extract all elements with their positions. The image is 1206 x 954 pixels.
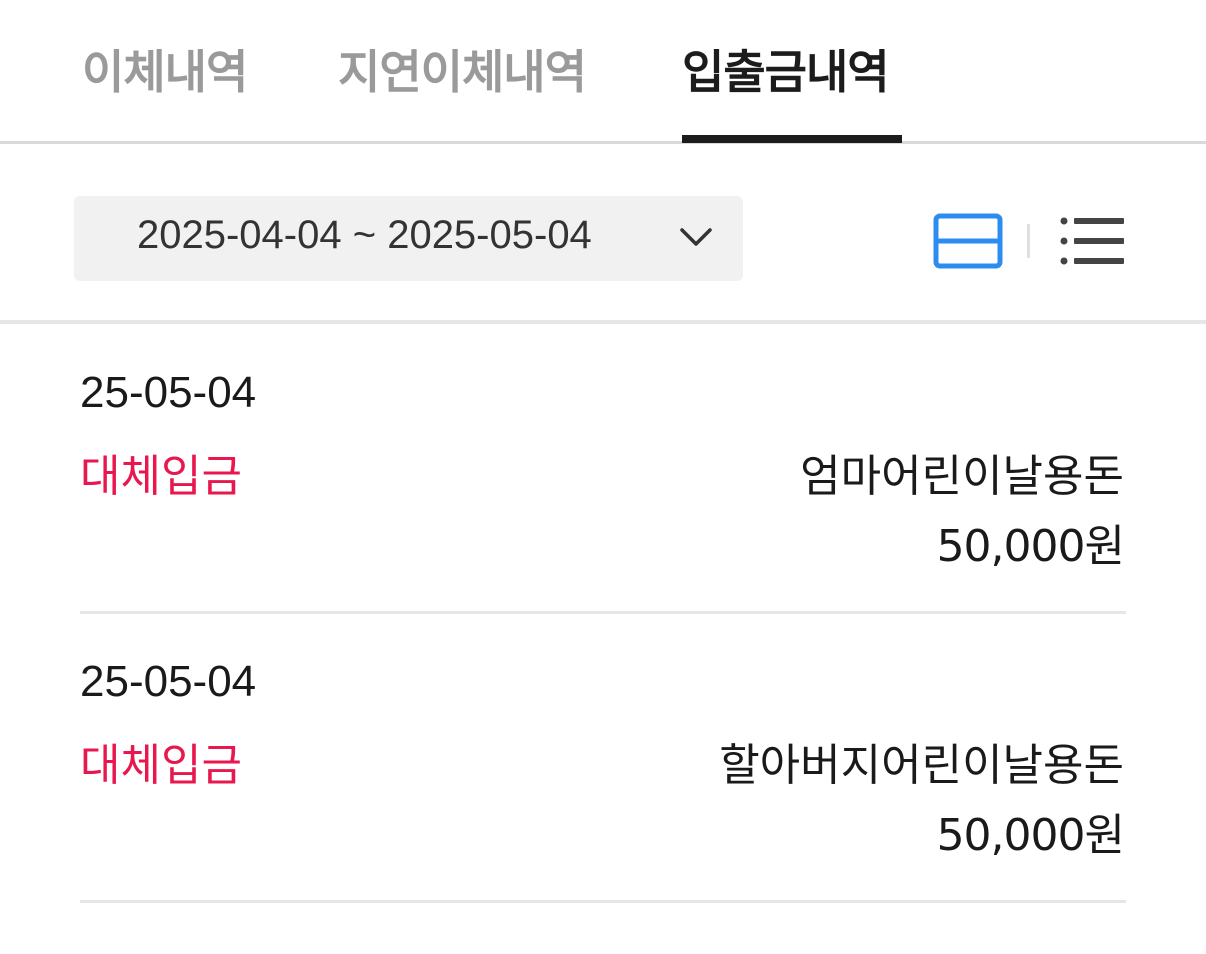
transaction-row[interactable]: 25-05-04 대체입금 할아버지어린이날용돈 50,000원	[80, 613, 1126, 903]
tab-bar: 이체내역 지연이체내역 입출금내역	[0, 0, 1206, 144]
view-toggle-divider	[1027, 224, 1030, 258]
transaction-amount: 50,000원	[936, 810, 1125, 861]
transaction-date: 25-05-04	[80, 368, 257, 417]
chevron-down-icon	[680, 228, 712, 246]
date-range-dropdown[interactable]: 2025-04-04 ~ 2025-05-04	[74, 196, 743, 281]
list-view-icon[interactable]	[1056, 210, 1128, 272]
transaction-type: 대체입금	[80, 740, 242, 791]
transaction-row[interactable]: 25-05-04 대체입금 엄마어린이날용돈 50,000원	[80, 324, 1126, 614]
transaction-memo: 할아버지어린이날용돈	[719, 740, 1124, 791]
active-tab-indicator	[682, 135, 902, 143]
transaction-date: 25-05-04	[80, 657, 257, 706]
tab-transfer-history[interactable]: 이체내역	[82, 36, 248, 144]
card-view-icon[interactable]	[928, 208, 1008, 274]
transaction-memo: 엄마어린이날용돈	[800, 451, 1124, 502]
date-range-text: 2025-04-04 ~ 2025-05-04	[137, 213, 592, 257]
transaction-type: 대체입금	[80, 451, 242, 502]
tab-deposit-withdrawal-history[interactable]: 입출금내역	[682, 36, 890, 144]
transaction-amount: 50,000원	[936, 521, 1125, 572]
tab-delayed-transfer-history[interactable]: 지연이체내역	[338, 36, 587, 144]
